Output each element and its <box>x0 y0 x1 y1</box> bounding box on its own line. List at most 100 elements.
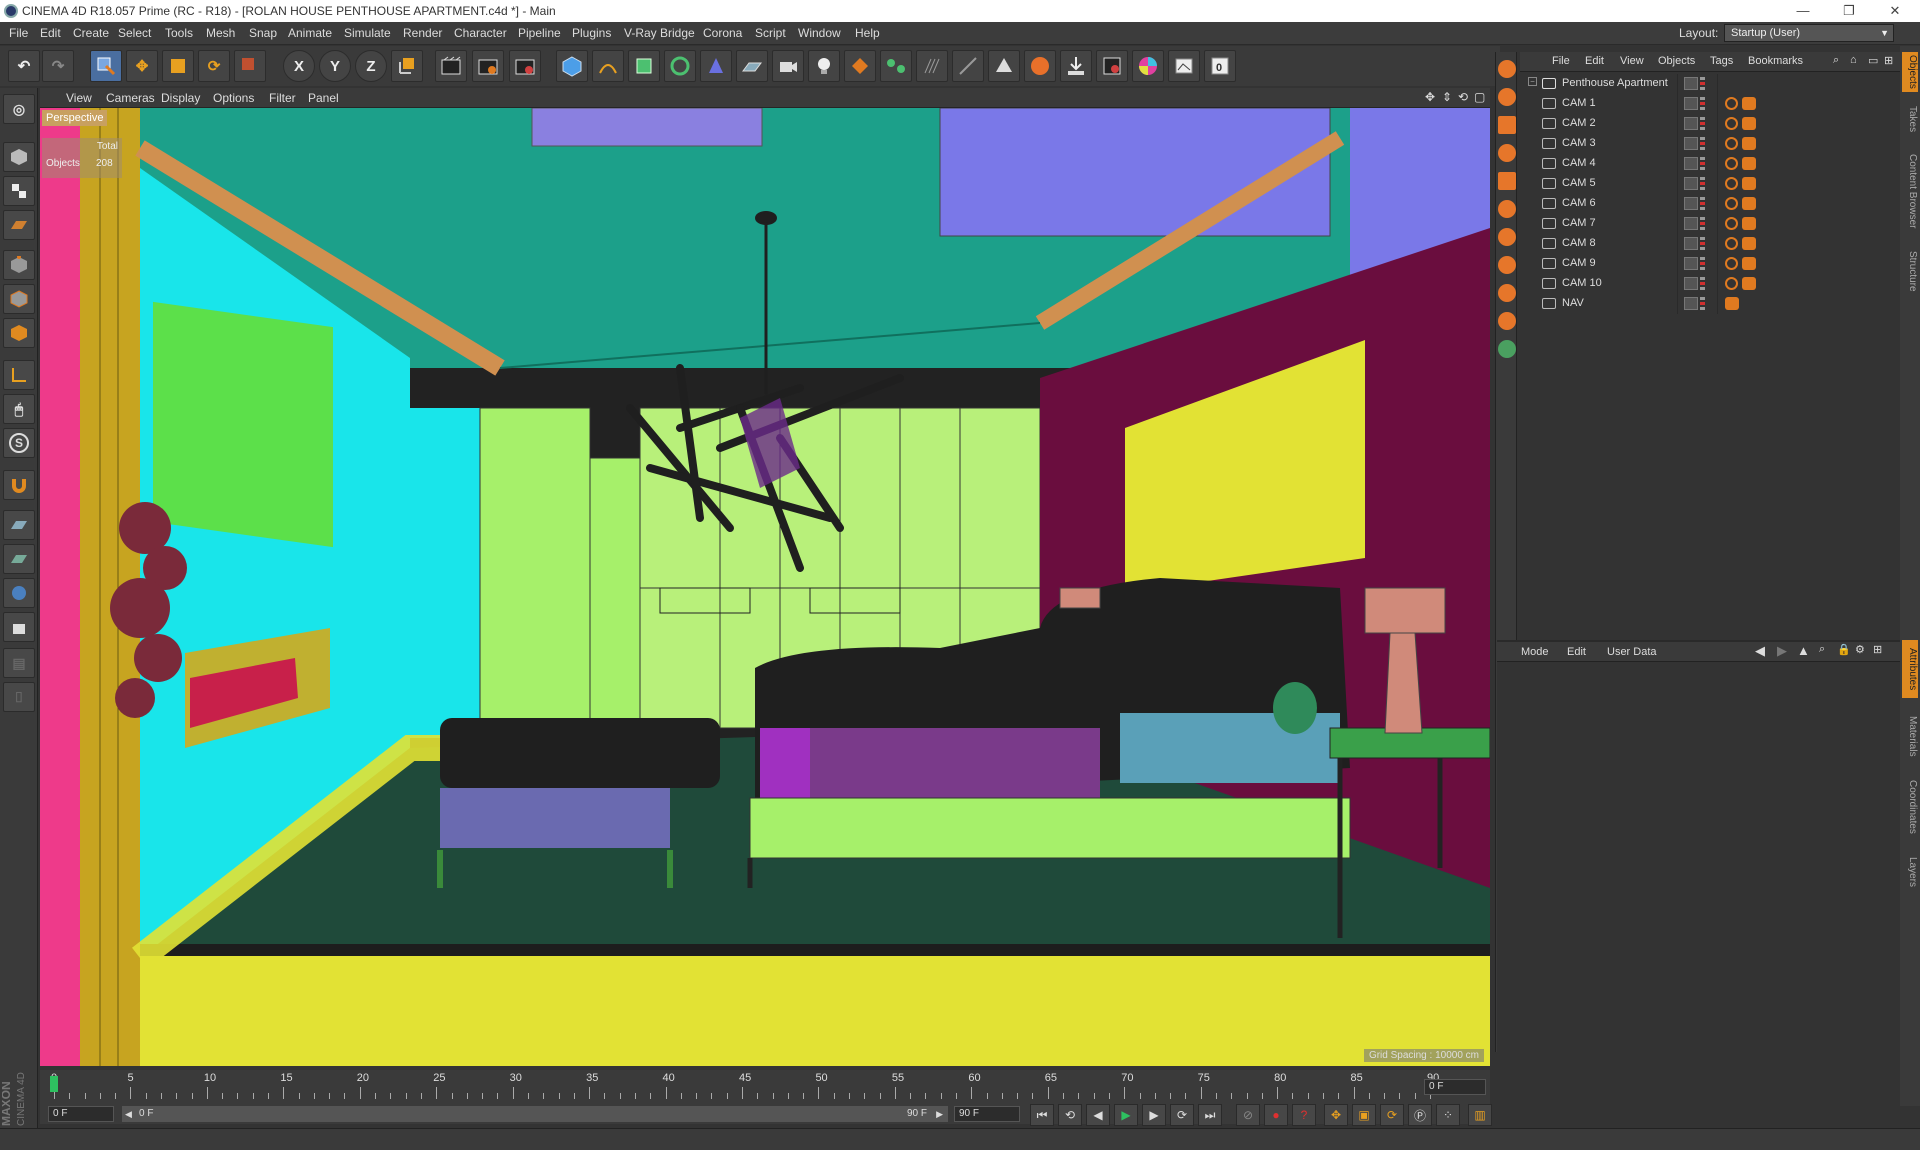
editor-render-dots[interactable] <box>1700 137 1705 150</box>
editor-render-dots[interactable] <box>1700 237 1705 250</box>
xpresso-icon[interactable] <box>880 50 912 82</box>
protection-tag-icon[interactable] <box>1725 117 1738 130</box>
editor-render-dots[interactable] <box>1700 177 1705 190</box>
timeline-ruler[interactable]: 051015202530354045505560657075808590 0 F <box>40 1070 1490 1104</box>
key-parameter-icon[interactable]: Ⓟ <box>1408 1104 1432 1126</box>
display-manager-icon[interactable] <box>1498 172 1516 190</box>
editor-render-dots[interactable] <box>1700 117 1705 130</box>
viewport-pan-icon[interactable]: ✥ <box>1425 90 1435 104</box>
record-keys-disabled-icon[interactable]: ⊘ <box>1236 1104 1260 1126</box>
protection-tag-icon[interactable] <box>1725 217 1738 230</box>
menu-vray-bridge[interactable]: V-Ray Bridge <box>624 26 695 40</box>
menu-plugins[interactable]: Plugins <box>572 26 611 40</box>
menu-create[interactable]: Create <box>73 26 109 40</box>
goto-end-icon[interactable]: ⏭ <box>1198 1104 1222 1126</box>
light-icon[interactable] <box>808 50 840 82</box>
viewport-menu-display[interactable]: Display <box>161 91 200 105</box>
tab-takes[interactable]: Takes <box>1902 102 1918 136</box>
object-row-cam-4[interactable]: CAM 4 <box>1520 154 1900 174</box>
layer-toggle[interactable] <box>1684 197 1698 210</box>
layer-icon[interactable]: 0 <box>1204 50 1236 82</box>
render-settings-icon[interactable] <box>509 50 541 82</box>
current-frame-field[interactable]: 0 F <box>1424 1079 1486 1095</box>
lock-icon[interactable]: 🔒 <box>1837 643 1851 656</box>
protection-tag-icon[interactable] <box>1725 157 1738 170</box>
editor-render-dots[interactable] <box>1700 97 1705 110</box>
tab-structure[interactable]: Structure <box>1902 246 1918 296</box>
axis-mode-icon[interactable] <box>3 360 35 390</box>
menu-select[interactable]: Select <box>118 26 151 40</box>
editor-render-dots[interactable] <box>1700 77 1705 90</box>
live-selection-icon[interactable] <box>90 50 122 82</box>
menu-file[interactable]: File <box>9 26 28 40</box>
layer-toggle[interactable] <box>1684 157 1698 170</box>
viewport-menu-view[interactable]: View <box>66 91 92 105</box>
home-icon[interactable]: ⌂ <box>1850 54 1857 66</box>
panel-maximize-icon[interactable]: ⊞ <box>1884 54 1893 67</box>
camera-icon[interactable] <box>772 50 804 82</box>
axis-z-button[interactable]: Z <box>355 50 387 82</box>
om-menu-bookmarks[interactable]: Bookmarks <box>1748 55 1803 67</box>
disabled-tool-icon[interactable]: ▤ <box>3 648 35 678</box>
menu-character[interactable]: Character <box>454 26 507 40</box>
new-view-icon[interactable]: ▭ <box>1868 54 1878 67</box>
layer-manager-icon[interactable] <box>1498 116 1516 134</box>
menu-mesh[interactable]: Mesh <box>206 26 235 40</box>
camera-tag-icon[interactable] <box>1742 137 1756 150</box>
object-row-cam-3[interactable]: CAM 3 <box>1520 134 1900 154</box>
object-row-cam-10[interactable]: CAM 10 <box>1520 274 1900 294</box>
scene-manager-icon[interactable] <box>1498 88 1516 106</box>
column-divider[interactable] <box>1717 74 1718 314</box>
light-manager-icon[interactable] <box>1498 144 1516 162</box>
viewport-rotate-icon[interactable]: ⟲ <box>1458 90 1468 104</box>
tweak-mode-icon[interactable]: 🖱 <box>3 394 35 424</box>
layer-toggle[interactable] <box>1684 257 1698 270</box>
previous-frame-icon[interactable]: ◀ <box>1086 1104 1110 1126</box>
viewport-zoom-icon[interactable]: ⇕ <box>1442 90 1452 104</box>
polygons-mode-icon[interactable] <box>3 318 35 348</box>
sculpt-icon[interactable] <box>3 578 35 608</box>
menu-render[interactable]: Render <box>403 26 442 40</box>
editor-render-dots[interactable] <box>1700 277 1705 290</box>
scale-tool-icon[interactable] <box>162 50 194 82</box>
magnet-icon[interactable] <box>3 470 35 500</box>
layer-toggle[interactable] <box>1684 137 1698 150</box>
om-menu-file[interactable]: File <box>1552 55 1570 67</box>
up-arrow-icon[interactable]: ▲ <box>1797 643 1810 658</box>
object-row-nav[interactable]: NAV <box>1520 294 1900 314</box>
layer-toggle[interactable] <box>1684 237 1698 250</box>
goto-start-icon[interactable]: ⏮ <box>1030 1104 1054 1126</box>
disabled-tool-2-icon[interactable]: ⌷ <box>3 682 35 712</box>
mograph-icon[interactable] <box>988 50 1020 82</box>
om-menu-tags[interactable]: Tags <box>1710 55 1733 67</box>
camera-tag-icon[interactable] <box>1725 297 1739 310</box>
settings-icon[interactable]: ⚙ <box>1855 643 1865 656</box>
perspective-viewport[interactable]: Perspective Total Objects 208 Grid Spaci… <box>40 108 1490 1066</box>
deformer-icon[interactable] <box>700 50 732 82</box>
protection-tag-icon[interactable] <box>1725 97 1738 110</box>
am-menu-user-data[interactable]: User Data <box>1607 646 1657 658</box>
texture-mode-icon[interactable] <box>3 176 35 206</box>
collapse-icon[interactable]: − <box>1528 77 1537 86</box>
editor-render-dots[interactable] <box>1700 197 1705 210</box>
object-row-cam-1[interactable]: CAM 1 <box>1520 94 1900 114</box>
sky-icon[interactable] <box>1498 256 1516 274</box>
layer-toggle[interactable] <box>1684 177 1698 190</box>
object-row-cam-7[interactable]: CAM 7 <box>1520 214 1900 234</box>
camera-tag-icon[interactable] <box>1742 117 1756 130</box>
workplane-lock-icon[interactable] <box>3 510 35 540</box>
render-queue-icon[interactable] <box>1096 50 1128 82</box>
camera-tag-icon[interactable] <box>1742 257 1756 270</box>
object-row-cam-5[interactable]: CAM 5 <box>1520 174 1900 194</box>
points-mode-icon[interactable] <box>3 250 35 280</box>
render-view-icon[interactable] <box>435 50 467 82</box>
search-manager-icon[interactable] <box>1498 340 1516 358</box>
object-row-cam-9[interactable]: CAM 9 <box>1520 254 1900 274</box>
search-icon[interactable]: ⌕ <box>1833 54 1839 67</box>
protection-tag-icon[interactable] <box>1725 277 1738 290</box>
menu-simulate[interactable]: Simulate <box>344 26 391 40</box>
coordinate-system-icon[interactable] <box>391 50 423 82</box>
minimize-button[interactable]: — <box>1780 0 1826 22</box>
protection-tag-icon[interactable] <box>1725 237 1738 250</box>
camera-tag-icon[interactable] <box>1742 197 1756 210</box>
